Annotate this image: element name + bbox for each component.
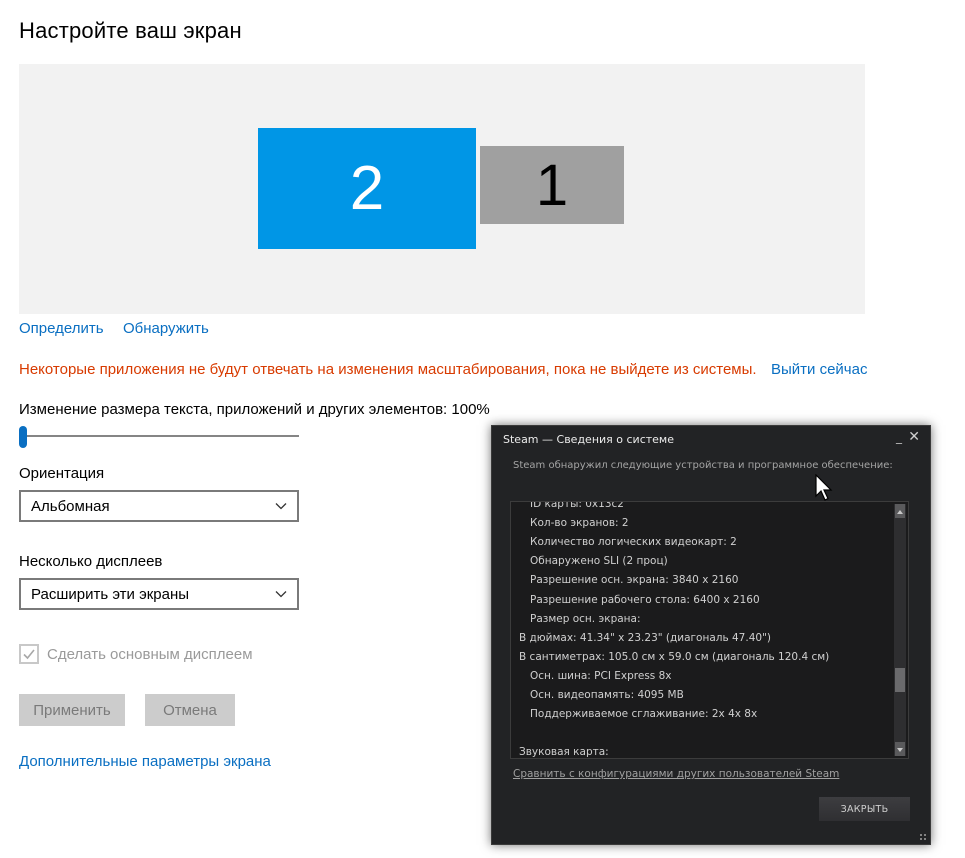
scroll-up-arrow-icon[interactable] [895, 504, 905, 518]
detect-link[interactable]: Обнаружить [123, 320, 209, 337]
chevron-down-icon [275, 591, 287, 598]
signout-now-link[interactable]: Выйти сейчас [771, 361, 867, 378]
resize-grip-icon[interactable] [919, 833, 927, 841]
compare-configurations-link[interactable]: Сравнить с конфигурациями других пользов… [513, 768, 839, 780]
chevron-down-icon [275, 503, 287, 510]
system-info-line: В дюймах: 41.34" x 23.23" (диагональ 47.… [519, 631, 771, 644]
monitor-1-tile[interactable]: 1 [480, 146, 624, 224]
checkmark-icon [23, 649, 35, 660]
system-info-line: Размер осн. экрана: [530, 612, 641, 625]
advanced-display-settings-link[interactable]: Дополнительные параметры экрана [19, 753, 271, 770]
minimize-icon[interactable]: _ [896, 430, 902, 444]
mouse-pointer-icon [815, 474, 833, 501]
monitor-2-tile[interactable]: 2 [258, 128, 476, 249]
monitor-2-label: 2 [349, 154, 385, 223]
scale-slider[interactable] [19, 426, 299, 448]
scale-slider-thumb[interactable] [19, 426, 27, 448]
cancel-button[interactable]: Отмена [145, 694, 235, 726]
steam-close-button[interactable]: ЗАКРЫТЬ [819, 797, 910, 821]
multiple-displays-label: Несколько дисплеев [19, 553, 163, 570]
scaling-warning: Некоторые приложения не будут отвечать н… [19, 361, 757, 378]
display-arrangement-area[interactable]: 2 1 [19, 64, 865, 314]
steam-window-title: Steam — Сведения о системе [503, 433, 674, 446]
system-info-line: Обнаружено SLI (2 проц) [530, 555, 668, 568]
steam-intro-text: Steam обнаружил следующие устройства и п… [513, 460, 893, 471]
monitor-1-label: 1 [535, 152, 569, 218]
make-primary-label: Сделать основным дисплеем [47, 646, 253, 663]
scrollbar-thumb[interactable] [895, 668, 905, 692]
multiple-displays-dropdown[interactable]: Расширить эти экраны [19, 578, 299, 610]
page-title: Настройте ваш экран [19, 18, 242, 43]
orientation-label: Ориентация [19, 465, 105, 482]
make-primary-checkbox[interactable] [19, 644, 39, 664]
system-info-line: Количество логических видеокарт: 2 [530, 536, 737, 549]
identify-link[interactable]: Определить [19, 320, 104, 337]
system-info-line: В сантиметрах: 105.0 см x 59.0 см (диаго… [519, 650, 830, 663]
scale-slider-track [19, 435, 299, 437]
orientation-value: Альбомная [31, 497, 110, 515]
system-info-line: ID карты: 0x13c2 [530, 501, 624, 510]
scale-label: Изменение размера текста, приложений и д… [19, 401, 490, 418]
system-info-line: Осн. шина: PCI Express 8x [530, 669, 672, 682]
steam-system-info-window: Steam — Сведения о системе _ ✕ Steam обн… [491, 425, 931, 845]
system-info-line: Кол-во экранов: 2 [530, 517, 629, 530]
system-info-line: Осн. видеопамять: 4095 MB [530, 689, 684, 701]
apply-button[interactable]: Применить [19, 694, 125, 726]
system-info-line: Поддерживаемое сглаживание: 2x 4x 8x [530, 708, 758, 721]
scroll-down-arrow-icon[interactable] [895, 742, 905, 756]
scrollbar[interactable] [894, 504, 906, 756]
system-info-line: Разрешение рабочего стола: 6400 x 2160 [530, 593, 760, 606]
system-info-line: Звуковая карта: [519, 746, 609, 759]
system-info-list[interactable]: ID карты: 0x13c2 Кол-во экранов: 2 Количес… [510, 501, 909, 759]
system-info-line: Разрешение осн. экрана: 3840 x 2160 [530, 574, 739, 587]
orientation-dropdown[interactable]: Альбомная [19, 490, 299, 522]
multiple-displays-value: Расширить эти экраны [31, 585, 190, 603]
close-icon[interactable]: ✕ [908, 429, 920, 445]
